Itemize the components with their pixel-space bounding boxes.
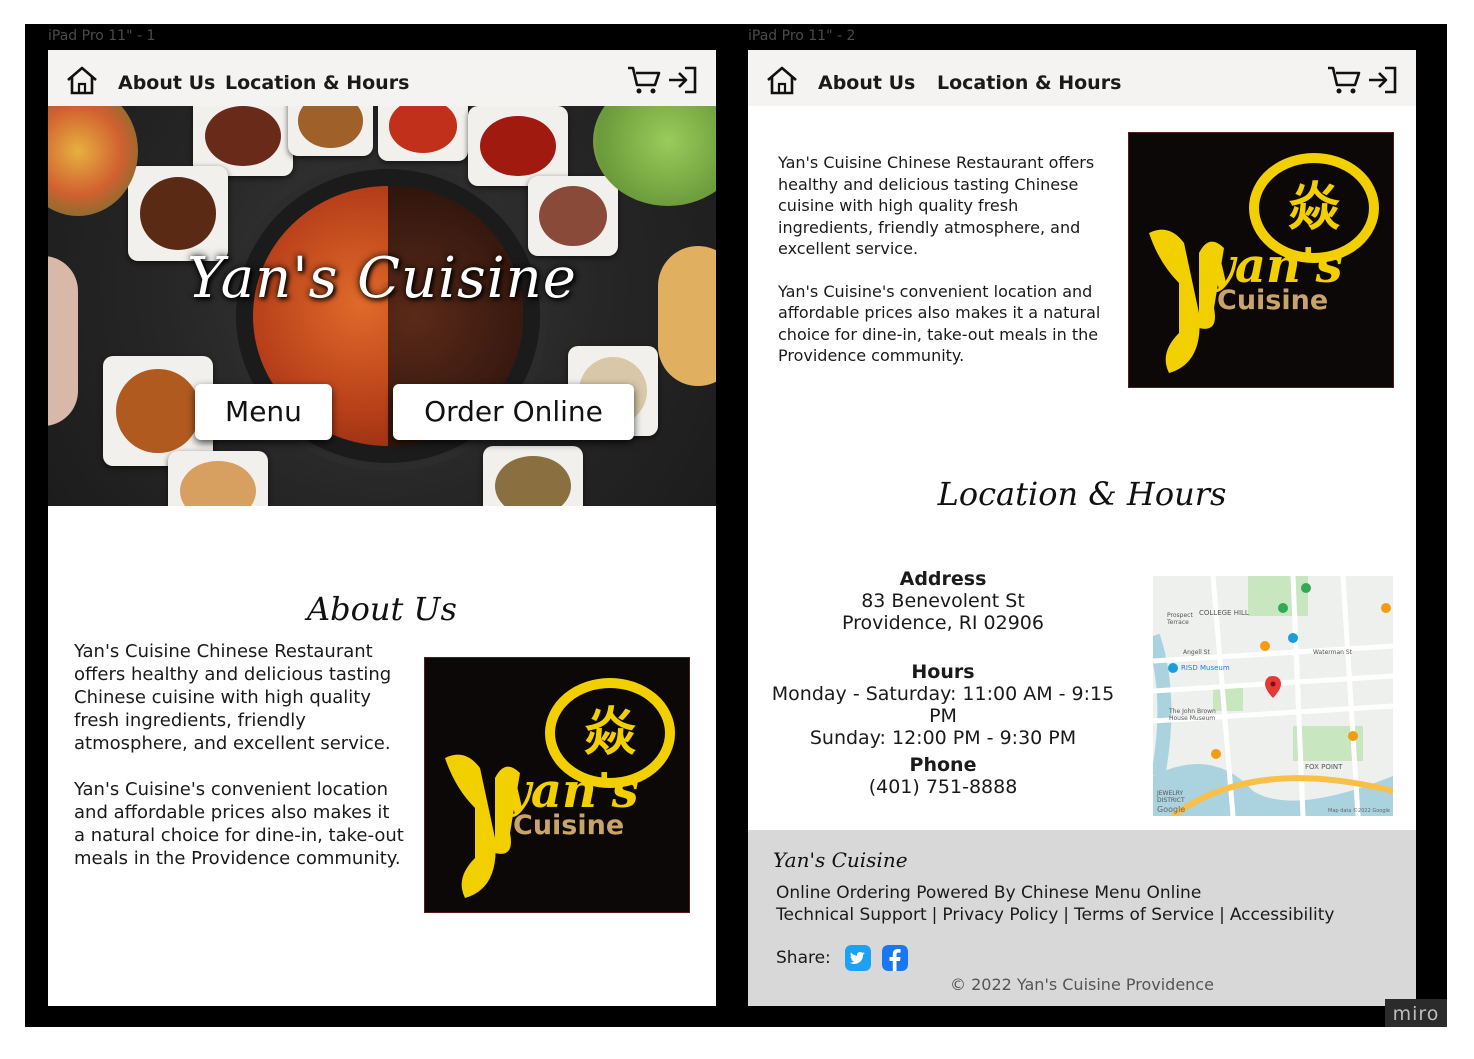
technical-support-link[interactable]: Technical Support bbox=[776, 905, 927, 925]
privacy-policy-link[interactable]: Privacy Policy bbox=[942, 905, 1058, 925]
map-label-risd: RISD Museum bbox=[1181, 664, 1230, 672]
spice-dish bbox=[468, 106, 568, 186]
map-label-angell: Angell St bbox=[1183, 649, 1210, 656]
facebook-icon[interactable] bbox=[882, 945, 908, 971]
nav-location-link[interactable]: Location & Hours bbox=[225, 72, 409, 94]
map-google-logo: Google bbox=[1157, 805, 1186, 814]
hours-sunday: Sunday: 12:00 PM - 9:30 PM bbox=[809, 727, 1077, 749]
svg-text:焱: 焱 bbox=[1288, 177, 1340, 238]
map-label-brown: The John Brown House Museum bbox=[1169, 708, 1216, 722]
share-label: Share: bbox=[776, 948, 831, 968]
address-line-1: 83 Benevolent St bbox=[861, 590, 1025, 612]
about-text: Yan's Cuisine Chinese Restaurant offers … bbox=[74, 640, 404, 870]
miro-watermark: miro bbox=[1385, 999, 1447, 1027]
nav-about-link[interactable]: About Us bbox=[818, 72, 915, 94]
map-label-college-hill: COLLEGE HILL bbox=[1199, 609, 1249, 617]
location-heading: Location & Hours bbox=[937, 475, 1227, 513]
cart-icon[interactable] bbox=[1326, 64, 1362, 96]
nav-bar: About Us Location & Hours bbox=[748, 50, 1416, 106]
frame-label-1: iPad Pro 11" - 1 bbox=[48, 28, 156, 44]
login-icon[interactable] bbox=[1366, 65, 1398, 95]
nav-location-link[interactable]: Location & Hours bbox=[937, 72, 1121, 94]
map-label-fox-point: FOX POINT bbox=[1305, 763, 1343, 771]
veggie-plate bbox=[48, 106, 138, 216]
restaurant-logo: 焱 yan's Cuisine bbox=[1128, 132, 1394, 388]
phone-label: Phone bbox=[909, 754, 977, 776]
spice-dish bbox=[288, 106, 373, 156]
about-paragraph-1: Yan's Cuisine Chinese Restaurant offers … bbox=[74, 641, 392, 754]
design-board: iPad Pro 11" - 1 iPad Pro 11" - 2 About … bbox=[25, 24, 1447, 1027]
map-label-waterman: Waterman St bbox=[1313, 649, 1353, 656]
spice-dish bbox=[168, 451, 268, 506]
hero-banner: Yan's Cuisine Menu Order Online bbox=[48, 106, 716, 506]
order-online-button[interactable]: Order Online bbox=[393, 384, 634, 440]
login-icon[interactable] bbox=[666, 65, 698, 95]
address-block: Address 83 Benevolent St Providence, RI … bbox=[758, 568, 1128, 634]
home-icon[interactable] bbox=[764, 64, 800, 96]
hero-title: Yan's Cuisine bbox=[187, 246, 577, 311]
about-paragraph-1: Yan's Cuisine Chinese Restaurant offers … bbox=[778, 153, 1095, 258]
footer-links: Technical Support | Privacy Policy | Terms o… bbox=[776, 905, 1335, 925]
spice-dish bbox=[528, 176, 618, 256]
hours-block: Hours Monday - Saturday: 11:00 AM - 9:15… bbox=[758, 661, 1128, 749]
spice-dish bbox=[378, 106, 468, 161]
nav-bar: About Us Location & Hours bbox=[48, 50, 716, 106]
about-text: Yan's Cuisine Chinese Restaurant offers … bbox=[778, 152, 1108, 367]
logo-cuisine-text: Cuisine bbox=[1217, 285, 1329, 316]
footer: Yan's Cuisine Online Ordering Powered By… bbox=[748, 830, 1416, 1006]
hours-weekday: Monday - Saturday: 11:00 AM - 9:15 PM bbox=[771, 683, 1115, 727]
footer-copyright: © 2022 Yan's Cuisine Providence bbox=[950, 975, 1214, 994]
map-label-prospect: Prospect Terrace bbox=[1167, 612, 1193, 626]
cart-icon[interactable] bbox=[626, 64, 662, 96]
about-paragraph-2: Yan's Cuisine's convenient location and … bbox=[74, 779, 404, 869]
about-heading: About Us bbox=[307, 590, 457, 628]
terms-of-service-link[interactable]: Terms of Service bbox=[1074, 905, 1214, 925]
spice-dish bbox=[483, 446, 583, 506]
ipad-frame-2: About Us Location & Hours Yan's Cuisine … bbox=[748, 50, 1416, 1006]
map-label-jewelry: JEWELRY DISTRICT bbox=[1157, 790, 1185, 804]
phone-block: Phone (401) 751-8888 bbox=[758, 754, 1128, 798]
frame-label-2: iPad Pro 11" - 2 bbox=[748, 28, 856, 44]
hours-label: Hours bbox=[911, 661, 975, 683]
twitter-icon[interactable] bbox=[845, 945, 871, 971]
logo-cuisine-text: Cuisine bbox=[513, 810, 625, 841]
footer-brand: Yan's Cuisine bbox=[773, 848, 908, 872]
address-line-2: Providence, RI 02906 bbox=[842, 612, 1044, 634]
ipad-frame-1: About Us Location & Hours Yan's Cuisine … bbox=[48, 50, 716, 1006]
address-label: Address bbox=[899, 568, 987, 590]
map-credit: Map data ©2022 Google bbox=[1328, 808, 1390, 814]
phone-number[interactable]: (401) 751-8888 bbox=[758, 776, 1128, 798]
nav-about-link[interactable]: About Us bbox=[118, 72, 215, 94]
menu-button[interactable]: Menu bbox=[195, 384, 332, 440]
footer-powered-by[interactable]: Online Ordering Powered By Chinese Menu … bbox=[776, 883, 1201, 903]
home-icon[interactable] bbox=[64, 64, 100, 96]
restaurant-logo: 焱 yan's Cuisine bbox=[424, 657, 690, 913]
accessibility-link[interactable]: Accessibility bbox=[1230, 905, 1335, 925]
about-paragraph-2: Yan's Cuisine's convenient location and … bbox=[778, 281, 1101, 366]
location-map[interactable]: COLLEGE HILL Prospect Terrace RISD Museu… bbox=[1153, 576, 1393, 816]
svg-text:焱: 焱 bbox=[584, 702, 636, 763]
